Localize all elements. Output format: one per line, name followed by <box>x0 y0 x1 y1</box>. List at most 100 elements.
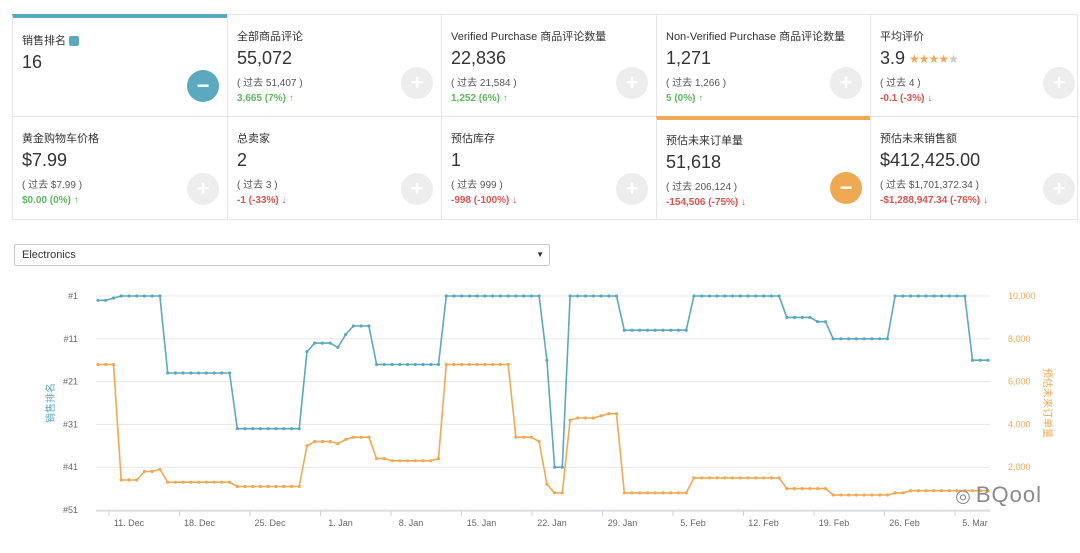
orders-data-point <box>738 476 742 480</box>
arrow-down-icon: ↓ <box>982 195 988 206</box>
orders-data-point <box>831 493 835 497</box>
arrow-up-icon: ↑ <box>698 93 704 104</box>
rank-data-point <box>181 371 185 375</box>
card-est-sales[interactable]: 预估未来销售额 $412,425.00 ( 过去 $1,701,372.34 )… <box>870 116 1078 220</box>
card-title: 黄金购物车价格 <box>22 133 99 145</box>
orders-data-point <box>359 435 363 439</box>
rank-data-point <box>228 371 232 375</box>
rank-data-point <box>251 427 255 431</box>
orders-data-point <box>390 459 394 463</box>
rank-data-point <box>854 337 859 341</box>
orders-data-point <box>413 459 417 463</box>
rank-data-point <box>901 294 905 298</box>
rank-data-point <box>823 320 828 324</box>
category-select[interactable]: Electronics ▼ <box>14 244 550 266</box>
orders-data-point <box>785 487 789 491</box>
orders-data-point <box>444 362 448 367</box>
y-left-axis-title: 销售排名 <box>44 383 57 423</box>
orders-data-point <box>429 459 433 463</box>
orders-data-point <box>166 480 170 484</box>
card-nonverified-reviews[interactable]: Non-Verified Purchase 商品评论数量 1,271 ( 过去 … <box>656 14 871 117</box>
orders-data-point <box>421 459 425 463</box>
orders-data-point <box>560 491 564 495</box>
card-avg-rating[interactable]: 平均评价 3.9 ★★★★★ ( 过去 4 ) -0.1 (-3%) ↓ + <box>870 14 1078 117</box>
card-total-reviews[interactable]: 全部商品评论 55,072 ( 过去 51,407 ) 3,665 (7%) ↑… <box>227 14 442 117</box>
rank-data-point <box>777 294 781 298</box>
orders-data-point <box>924 489 928 493</box>
rank-data-point <box>862 337 866 341</box>
rank-data-point <box>452 294 456 298</box>
rank-data-point <box>607 294 611 298</box>
orders-data-point <box>723 476 727 480</box>
add-metric-button[interactable]: + <box>616 173 648 205</box>
rank-data-point <box>599 294 603 298</box>
rank-data-point <box>483 294 487 298</box>
orders-data-point <box>506 362 510 367</box>
card-value: 22,836 <box>451 48 507 68</box>
rank-data-point <box>816 320 820 324</box>
orders-data-point <box>762 476 766 480</box>
rank-data-point <box>522 294 526 298</box>
rank-data-point <box>282 427 286 431</box>
orders-data-point <box>320 439 324 444</box>
add-metric-button[interactable]: + <box>1043 173 1075 205</box>
x-tick-label: 11. Dec <box>114 518 145 528</box>
rank-data-point <box>769 294 773 298</box>
card-value: 1,271 <box>666 48 712 68</box>
remove-metric-button[interactable]: − <box>187 70 219 102</box>
orders-data-point <box>800 487 804 491</box>
orders-data-point <box>746 476 750 480</box>
orders-data-point <box>258 484 263 489</box>
add-metric-button[interactable]: + <box>830 67 862 99</box>
card-value: 16 <box>22 52 43 72</box>
rank-data-point <box>893 294 897 298</box>
rank-data-point <box>669 328 673 332</box>
orders-data-point <box>893 491 897 495</box>
rank-data-point <box>189 371 193 375</box>
orders-data-point <box>436 457 441 461</box>
card-title: Non-Verified Purchase 商品评论数量 <box>666 31 846 43</box>
card-est-inventory[interactable]: 预估库存 1 ( 过去 999 ) -998 (-100%) ↓ + <box>441 116 657 220</box>
add-metric-button[interactable]: + <box>401 173 433 205</box>
arrow-down-icon: ↓ <box>281 195 287 206</box>
card-buybox-price[interactable]: 黄金购物车价格 $7.99 ( 过去 $7.99 ) $0.00 (0%) ↑ … <box>12 116 228 220</box>
rank-data-point <box>344 332 348 337</box>
orders-data-point <box>197 480 201 484</box>
rank-data-point <box>305 350 309 354</box>
card-verified-reviews[interactable]: Verified Purchase 商品评论数量 22,836 ( 过去 21,… <box>441 14 657 117</box>
orders-data-point <box>862 493 866 497</box>
rank-data-point <box>808 315 812 319</box>
orders-data-point <box>645 491 650 495</box>
card-title: 预估未来销售额 <box>880 133 957 145</box>
x-tick-label: 5. Feb <box>680 518 706 528</box>
dropdown-arrow-icon: ▼ <box>536 250 544 259</box>
remove-metric-button[interactable]: − <box>830 172 862 204</box>
rank-data-point <box>986 358 990 362</box>
info-icon[interactable] <box>69 36 79 47</box>
rank-data-point <box>313 341 317 345</box>
orders-data-point <box>204 480 208 484</box>
card-value: 55,072 <box>237 48 293 68</box>
add-metric-button[interactable]: + <box>187 173 219 205</box>
rank-data-point <box>924 294 928 298</box>
rank-data-point <box>514 294 518 298</box>
rank-data-point <box>289 427 294 431</box>
orders-data-point <box>282 484 286 489</box>
orders-data-point <box>878 493 882 497</box>
rank-data-point <box>444 294 448 298</box>
add-metric-button[interactable]: + <box>401 67 433 99</box>
arrow-down-icon: ↓ <box>927 93 933 104</box>
rank-data-point <box>436 362 441 367</box>
rank-data-point <box>800 315 804 319</box>
orders-data-point <box>692 476 696 480</box>
rank-data-point <box>243 427 247 431</box>
card-sales-rank[interactable]: 销售排名 16 − <box>12 14 228 117</box>
rank-data-point <box>197 371 201 375</box>
y-left-tick-label: #21 <box>63 377 78 387</box>
rank-data-point <box>367 324 371 328</box>
card-est-orders[interactable]: 预估未来订单量 51,618 ( 过去 206,124 ) -154,506 (… <box>656 116 871 220</box>
card-total-sellers[interactable]: 总卖家 2 ( 过去 3 ) -1 (-33%) ↓ + <box>227 116 442 220</box>
add-metric-button[interactable]: + <box>1043 67 1075 99</box>
add-metric-button[interactable]: + <box>616 67 648 99</box>
card-value: $412,425.00 <box>880 150 981 170</box>
